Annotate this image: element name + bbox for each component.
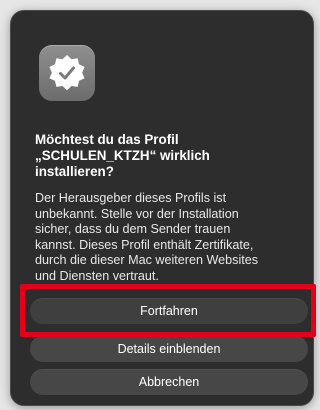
dialog-title: Möchtest du das Profil „SCHULEN_KTZH“ wi…: [35, 132, 305, 180]
dialog-message-line: und Diensten vertraut.: [35, 268, 159, 283]
cancel-button[interactable]: Abbrechen: [30, 369, 308, 395]
show-details-button[interactable]: Details einblenden: [30, 336, 308, 362]
dialog-message-line: kannst. Dieses Profil enthält Zertifikat…: [35, 237, 254, 252]
seal-checkmark-glyph: [49, 55, 85, 91]
dialog-title-line: „SCHULEN_KTZH“ wirklich: [35, 148, 210, 163]
dialog-message-line: durch die dieser Mac weiteren Websites: [35, 253, 259, 267]
dialog-message-line: unbekannt. Stelle vor der Installation: [35, 206, 239, 221]
continue-button[interactable]: Fortfahren: [30, 298, 308, 324]
dialog-title-line: Möchtest du das Profil: [35, 132, 179, 147]
dialog-message-line: sicher, dass du dem Sender trauen: [35, 222, 231, 236]
dialog-message-line: Der Herausgeber dieses Profils ist: [35, 191, 227, 205]
dialog-message: Der Herausgeber dieses Profils ist unbek…: [35, 191, 310, 284]
dialog-title-line: installieren?: [35, 164, 114, 179]
profile-seal-checkmark-icon: [39, 45, 95, 101]
